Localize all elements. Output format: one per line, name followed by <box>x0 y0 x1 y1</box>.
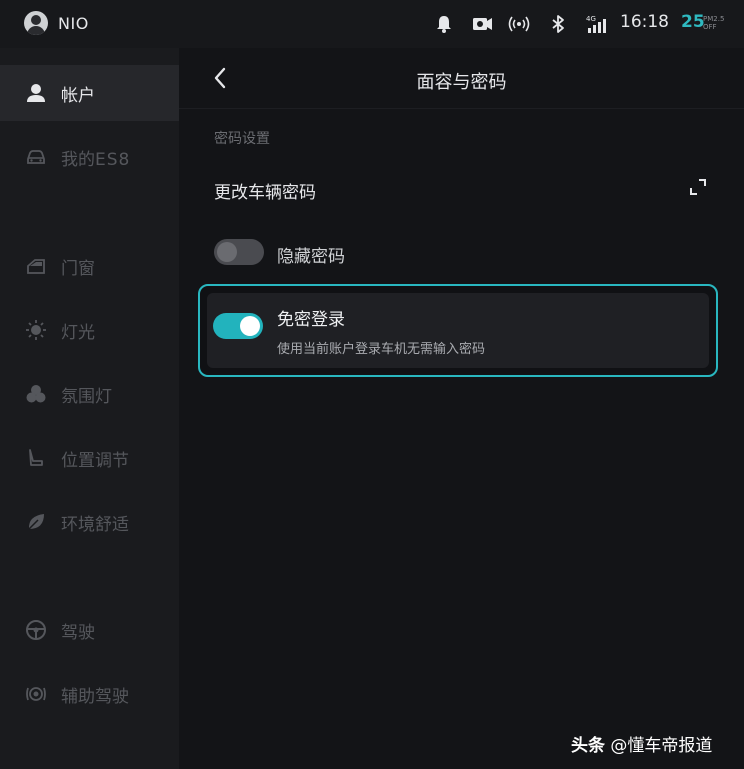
sidebar-item-label: 灯光 <box>61 322 95 343</box>
sidebar-item-my-es8[interactable]: 我的ES8 <box>0 129 179 185</box>
pm25-value[interactable]: 25 <box>681 12 705 32</box>
toggle-knob <box>240 316 260 336</box>
user-avatar[interactable] <box>24 11 48 35</box>
settings-sidebar: 帐户 我的ES8 门窗 灯光 氛围灯 位置调节 环境舒适 驾驶 辅助驾驶 <box>0 48 179 769</box>
door-icon <box>27 259 45 274</box>
password-free-login-row[interactable]: 免密登录 使用当前账户登录车机无需输入密码 <box>207 293 709 368</box>
wireless-icon[interactable] <box>508 13 530 35</box>
sidebar-item-ambient-light[interactable]: 氛围灯 <box>0 366 179 422</box>
hide-password-toggle[interactable] <box>214 239 264 265</box>
sidebar-item-label: 门窗 <box>61 258 95 279</box>
assist-driving-icon <box>26 687 46 701</box>
main-panel: 面容与密码 密码设置 更改车辆密码 隐藏密码 免密登录 使用当前账户登录车机无需… <box>179 48 744 769</box>
expand-icon[interactable] <box>689 178 707 196</box>
password-free-login-card: 免密登录 使用当前账户登录车机无需输入密码 <box>198 284 718 377</box>
model-suffix: ES8 <box>95 149 131 170</box>
status-bar: NIO 4G 16:18 25 PM2.5 OFF <box>0 0 744 48</box>
sidebar-item-assisted-driving[interactable]: 辅助驾驶 <box>0 666 179 722</box>
page-title: 面容与密码 <box>416 72 507 93</box>
camera-icon[interactable] <box>471 13 493 35</box>
sidebar-item-driving[interactable]: 驾驶 <box>0 602 179 658</box>
ambient-light-icon <box>26 385 46 403</box>
bluetooth-icon[interactable] <box>547 13 569 35</box>
pm25-label: PM2.5 OFF <box>703 15 725 31</box>
sidebar-item-label: 我的ES8 <box>61 149 131 170</box>
leaf-icon <box>28 514 44 530</box>
password-free-login-toggle[interactable] <box>213 313 263 339</box>
sidebar-item-label: 帐户 <box>61 85 95 106</box>
hide-password-label: 隐藏密码 <box>277 247 345 267</box>
sidebar-item-label: 驾驶 <box>61 622 95 643</box>
brand-name: NIO <box>58 14 89 33</box>
toggle-knob <box>217 242 237 262</box>
bell-icon[interactable] <box>433 13 455 35</box>
password-free-login-description: 使用当前账户登录车机无需输入密码 <box>277 342 486 357</box>
watermark-handle: @懂车帝报道 <box>610 736 713 756</box>
watermark-brand: 头条 <box>571 736 605 756</box>
sidebar-item-lights[interactable]: 灯光 <box>0 302 179 358</box>
sidebar-item-label: 位置调节 <box>61 450 129 471</box>
sidebar-item-climate[interactable]: 环境舒适 <box>0 494 179 550</box>
section-label: 密码设置 <box>214 131 270 147</box>
sidebar-item-label: 辅助驾驶 <box>61 686 129 707</box>
person-icon <box>27 84 45 102</box>
change-password-item[interactable]: 更改车辆密码 <box>214 178 316 203</box>
password-free-login-title: 免密登录 <box>277 310 345 330</box>
car-icon <box>27 150 45 164</box>
sidebar-item-account[interactable]: 帐户 <box>0 65 179 121</box>
signal-icon: 4G <box>586 15 606 33</box>
sidebar-item-label: 环境舒适 <box>61 514 129 535</box>
clock: 16:18 <box>620 12 669 32</box>
sidebar-item-doors[interactable]: 门窗 <box>0 238 179 294</box>
signal-tag: 4G <box>586 15 596 23</box>
sidebar-item-seat-position[interactable]: 位置调节 <box>0 430 179 486</box>
light-icon <box>26 320 46 340</box>
steering-wheel-icon <box>26 620 46 640</box>
seat-icon <box>29 449 43 466</box>
header-divider <box>179 108 744 109</box>
watermark: 头条 @懂车帝报道 <box>571 731 712 756</box>
sidebar-item-label: 氛围灯 <box>61 386 112 407</box>
